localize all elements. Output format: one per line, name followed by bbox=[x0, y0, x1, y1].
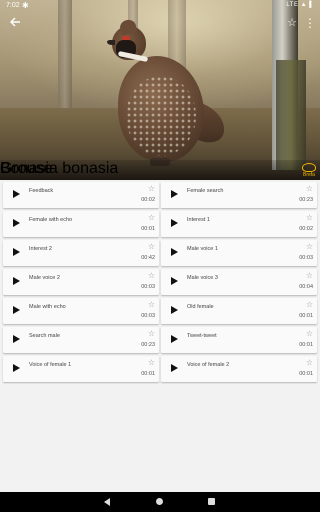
sound-card[interactable]: Feedback ☆ 00:02 bbox=[3, 182, 159, 208]
play-icon[interactable] bbox=[171, 190, 178, 198]
play-icon[interactable] bbox=[171, 277, 178, 285]
sound-duration: 00:01 bbox=[141, 371, 155, 377]
nav-recents-icon[interactable] bbox=[208, 498, 215, 505]
sound-card[interactable]: Search male ☆ 00:23 bbox=[3, 327, 159, 353]
sound-duration: 00:04 bbox=[299, 284, 313, 290]
gear-icon: ✱ bbox=[22, 1, 29, 10]
star-outline-icon[interactable]: ☆ bbox=[148, 329, 155, 339]
sound-label: Interest 2 bbox=[29, 246, 52, 252]
sound-label: Male with echo bbox=[29, 304, 66, 310]
sound-card[interactable]: Voice of female 2 ☆ 00:01 bbox=[161, 356, 317, 382]
sound-label: Female with echo bbox=[29, 217, 73, 223]
sound-duration: 00:02 bbox=[141, 197, 155, 203]
sound-duration: 00:01 bbox=[299, 342, 313, 348]
play-icon[interactable] bbox=[13, 248, 20, 256]
play-icon[interactable] bbox=[13, 277, 20, 285]
sound-card[interactable]: Female with echo ☆ 00:01 bbox=[3, 211, 159, 237]
logo-mark-icon bbox=[302, 163, 316, 172]
play-icon[interactable] bbox=[13, 219, 20, 227]
play-icon[interactable] bbox=[13, 190, 20, 198]
sound-label: Female search bbox=[187, 188, 224, 194]
sound-card[interactable]: Male voice 2 ☆ 00:03 bbox=[3, 269, 159, 295]
sound-card[interactable]: Interest 1 ☆ 00:02 bbox=[161, 211, 317, 237]
sound-card[interactable]: Interest 2 ☆ 00:42 bbox=[3, 240, 159, 266]
species-photo bbox=[0, 0, 320, 180]
sound-label: Interest 1 bbox=[187, 217, 210, 223]
sound-card[interactable]: Male voice 1 ☆ 00:03 bbox=[161, 240, 317, 266]
sound-duration: 00:42 bbox=[141, 255, 155, 261]
sound-duration: 00:23 bbox=[299, 197, 313, 203]
logo-text: Brefa bbox=[303, 172, 315, 178]
star-outline-icon[interactable]: ☆ bbox=[148, 300, 155, 310]
star-outline-icon[interactable]: ☆ bbox=[306, 329, 313, 339]
status-bar: 7:02 ✱ LTE ▲ ▌ bbox=[0, 0, 320, 12]
sound-duration: 00:02 bbox=[299, 226, 313, 232]
sound-label: Male voice 2 bbox=[29, 275, 60, 281]
play-icon[interactable] bbox=[13, 364, 20, 372]
sound-duration: 00:01 bbox=[141, 226, 155, 232]
play-icon[interactable] bbox=[13, 335, 20, 343]
sound-card[interactable]: Voice of female 1 ☆ 00:01 bbox=[3, 356, 159, 382]
app-logo: Brefa bbox=[300, 163, 318, 179]
sound-card[interactable]: Female search ☆ 00:23 bbox=[161, 182, 317, 208]
sound-card[interactable]: Male with echo ☆ 00:03 bbox=[3, 298, 159, 324]
sound-label: Feedback bbox=[29, 188, 54, 194]
sound-label: Male voice 1 bbox=[187, 246, 218, 252]
star-outline-icon[interactable]: ☆ bbox=[148, 213, 155, 223]
sound-label: Search male bbox=[29, 333, 60, 339]
sound-duration: 00:03 bbox=[141, 284, 155, 290]
species-latin-name: Bonasia bonasia bbox=[0, 160, 119, 177]
sound-label: Voice of female 2 bbox=[187, 362, 230, 368]
sound-card[interactable]: Old female ☆ 00:01 bbox=[161, 298, 317, 324]
sound-card[interactable]: Tweet-tweet ☆ 00:01 bbox=[161, 327, 317, 353]
star-outline-icon[interactable]: ☆ bbox=[306, 300, 313, 310]
star-outline-icon[interactable]: ☆ bbox=[306, 242, 313, 252]
sound-label: Tweet-tweet bbox=[187, 333, 217, 339]
sound-label: Old female bbox=[187, 304, 214, 310]
play-icon[interactable] bbox=[171, 219, 178, 227]
star-outline-icon[interactable]: ☆ bbox=[148, 184, 155, 194]
star-outline-icon[interactable]: ☆ bbox=[306, 358, 313, 368]
status-indicators: LTE ▲ ▌ bbox=[286, 2, 314, 8]
nav-home-icon[interactable] bbox=[156, 498, 163, 505]
sound-duration: 00:01 bbox=[299, 313, 313, 319]
sound-duration: 00:03 bbox=[299, 255, 313, 261]
sound-label: Male voice 3 bbox=[187, 275, 218, 281]
play-icon[interactable] bbox=[171, 364, 178, 372]
sound-duration: 00:23 bbox=[141, 342, 155, 348]
play-icon[interactable] bbox=[171, 306, 178, 314]
star-outline-icon[interactable]: ☆ bbox=[148, 242, 155, 252]
play-icon[interactable] bbox=[171, 248, 178, 256]
sound-card[interactable]: Male voice 3 ☆ 00:04 bbox=[161, 269, 317, 295]
star-outline-icon[interactable]: ☆ bbox=[306, 213, 313, 223]
nav-back-icon[interactable] bbox=[104, 498, 110, 506]
star-outline-icon[interactable]: ☆ bbox=[306, 184, 313, 194]
star-outline-icon[interactable]: ☆ bbox=[148, 271, 155, 281]
system-nav-bar bbox=[0, 492, 320, 512]
sound-duration: 00:01 bbox=[299, 371, 313, 377]
play-icon[interactable] bbox=[13, 306, 20, 314]
star-outline-icon[interactable]: ☆ bbox=[148, 358, 155, 368]
sound-duration: 00:03 bbox=[141, 313, 155, 319]
more-vert-icon[interactable]: ⋮ bbox=[304, 16, 316, 30]
play-icon[interactable] bbox=[171, 335, 178, 343]
sound-label: Voice of female 1 bbox=[29, 362, 72, 368]
status-time: 7:02 bbox=[6, 2, 20, 9]
arrow-back-icon[interactable] bbox=[8, 16, 22, 30]
star-outline-icon[interactable]: ☆ bbox=[285, 16, 299, 30]
star-outline-icon[interactable]: ☆ bbox=[306, 271, 313, 281]
